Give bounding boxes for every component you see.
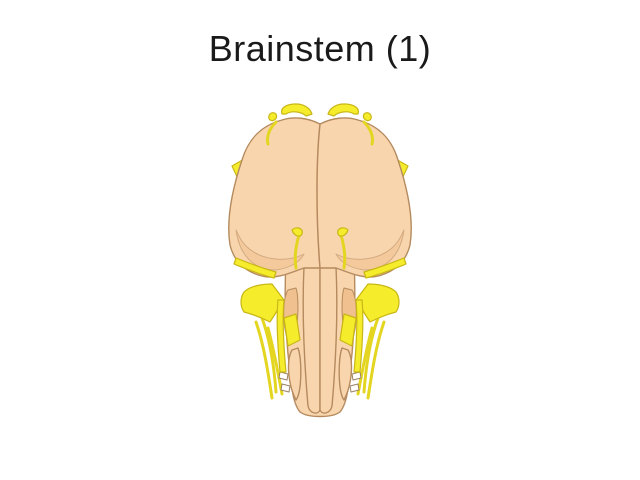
slide: Brainstem (1) xyxy=(0,0,640,480)
brainstem-illustration: .tissue { fill: #F9D5AE; stroke: #B58A5E… xyxy=(228,103,412,418)
pons xyxy=(228,117,412,278)
slide-title: Brainstem (1) xyxy=(208,28,432,69)
